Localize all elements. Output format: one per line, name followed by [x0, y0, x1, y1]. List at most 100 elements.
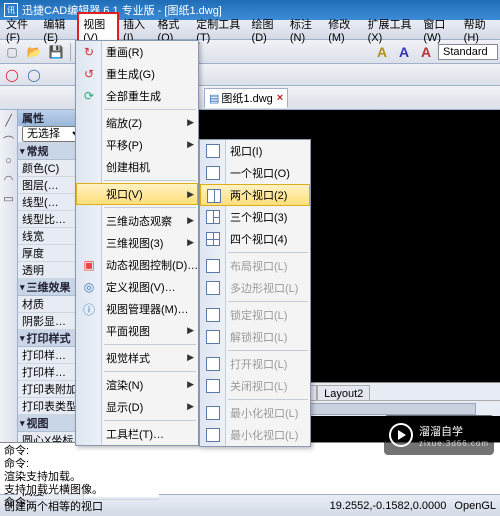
- view-menu-item[interactable]: 视口(V) ▶: [76, 183, 198, 205]
- view-menu-item[interactable]: 平移(P)▶: [76, 134, 198, 156]
- submenu-arrow-icon: ▶: [187, 401, 194, 412]
- viewport-menu-item[interactable]: 三个视口(3): [200, 206, 310, 228]
- viewport-icon: [204, 328, 222, 346]
- menu-modify[interactable]: 修改(M): [324, 14, 363, 46]
- view-menu-item[interactable]: 视觉样式 ▶: [76, 347, 198, 369]
- submenu-arrow-icon: ▶: [187, 352, 194, 363]
- menu-item-label: 布局视口(L): [230, 258, 287, 274]
- submenu-arrow-icon: ▶: [187, 189, 194, 200]
- submenu-arrow-icon: ▶: [187, 215, 194, 226]
- save-icon[interactable]: 💾: [46, 42, 66, 62]
- viewport-menu-item: 关闭视口(L): [200, 375, 310, 397]
- menu-item-label: 缩放(Z): [106, 115, 142, 131]
- menu-item-label: 重画(R): [106, 44, 143, 60]
- tool-rail: ╱ ⌒ ○ ◠ ▭: [0, 110, 18, 442]
- viewport-menu-item[interactable]: 一个视口(O): [200, 162, 310, 184]
- doc-tab-active[interactable]: ▤ 图纸1.dwg ×: [204, 88, 288, 108]
- menu-item-label: 一个视口(O): [230, 165, 290, 181]
- view-menu-item[interactable]: 创建相机: [76, 156, 198, 178]
- menu-item-label: 四个视口(4): [230, 231, 287, 247]
- menu-item-label: 全部重生成: [106, 88, 161, 104]
- menu-item-label: 三个视口(3): [230, 209, 287, 225]
- view-menu-item[interactable]: ↺重生成(G): [76, 63, 198, 85]
- viewport-menu-item: 最小化视口(L): [200, 402, 310, 424]
- cmd-line-3: 渲染支持加载。: [4, 471, 496, 484]
- help-icon3[interactable]: A: [416, 42, 436, 62]
- menu-item-label: 打开视口(L): [230, 356, 287, 372]
- submenu-arrow-icon: ▶: [187, 379, 194, 390]
- viewport-icon: [204, 230, 222, 248]
- cmd-line-5: 命令:: [4, 497, 496, 510]
- menu-bar: 文件(F) 编辑(E) 视图(V) 插入(I) 格式(O) 定制工具(T) 绘图…: [0, 20, 500, 40]
- doc-tab-label: 图纸1.dwg: [221, 90, 272, 106]
- viewport-submenu: 视口(I) 一个视口(O) 两个视口(2) 三个视口(3) 四个视口(4) 布局视口(L)…: [199, 139, 311, 447]
- view-menu-item[interactable]: ▣ 动态视图控制(D)…: [76, 254, 198, 276]
- circle-tool-icon[interactable]: ○: [5, 155, 12, 167]
- help-icon2[interactable]: A: [394, 42, 414, 62]
- viewport-menu-item: 打开视口(L): [200, 353, 310, 375]
- layout-tab-layout2[interactable]: Layout2: [317, 385, 370, 401]
- menu-draw[interactable]: 绘图(D): [248, 14, 286, 46]
- viewport-icon: [204, 142, 222, 160]
- menu-item-label: 三维动态观察: [106, 213, 172, 229]
- watermark-sub: zixue.3d66.com: [419, 439, 489, 448]
- help-icon[interactable]: A: [372, 42, 392, 62]
- view-menu-item[interactable]: ◎定义视图(V)…: [76, 276, 198, 298]
- menu-item-icon: ▣: [80, 256, 98, 274]
- rect-tool-icon[interactable]: ▭: [3, 192, 13, 205]
- open-icon[interactable]: 📂: [24, 42, 44, 62]
- close-tab-icon[interactable]: ×: [277, 92, 283, 104]
- menu-help[interactable]: 帮助(H): [460, 14, 498, 46]
- view-menu-item[interactable]: ↻ 重画(R): [76, 41, 198, 63]
- arc-tool-icon[interactable]: ◠: [4, 173, 14, 186]
- dwg-icon: ▤: [209, 92, 219, 105]
- menu-item-label: 关闭视口(L): [230, 378, 287, 394]
- menu-item-label: 创建相机: [106, 159, 150, 175]
- menu-item-label: 渲染(N): [106, 377, 143, 393]
- viewport-icon: [204, 426, 222, 444]
- new-icon[interactable]: ▢: [2, 42, 22, 62]
- menu-item-label: 视觉样式: [106, 350, 150, 366]
- viewport-menu-item: 锁定视口(L): [200, 304, 310, 326]
- layer-icon[interactable]: ◯: [2, 65, 22, 85]
- style-combo[interactable]: Standard: [438, 44, 498, 60]
- view-menu-item[interactable]: 三维动态观察 ▶: [76, 210, 198, 232]
- viewport-menu-item[interactable]: 视口(I): [200, 140, 310, 162]
- menu-item-label: 视图管理器(M)…: [106, 301, 189, 317]
- view-menu-item[interactable]: 平面视图▶: [76, 320, 198, 342]
- layer2-icon[interactable]: ◯: [24, 65, 44, 85]
- view-menu-item[interactable]: 三维视图(3) ▶: [76, 232, 198, 254]
- view-menu-item[interactable]: ⓘ 视图管理器(M)…: [76, 298, 198, 320]
- view-menu-item[interactable]: 渲染(N) ▶: [76, 374, 198, 396]
- menu-item-label: 两个视口(2): [230, 187, 287, 203]
- menu-item-label: 重生成(G): [106, 66, 155, 82]
- view-menu-item[interactable]: 工具栏(T)…: [76, 423, 198, 445]
- menu-item-label: 视口(V): [106, 186, 143, 202]
- cmd-line-4: 支持加载光横图像。: [4, 484, 496, 497]
- menu-tools[interactable]: 定制工具(T): [192, 14, 247, 46]
- menu-item-icon: ↻: [80, 43, 98, 61]
- menu-item-label: 解锁视口(L): [230, 329, 287, 345]
- menu-item-label: 动态视图控制(D)…: [106, 257, 198, 273]
- polyline-tool-icon[interactable]: ⌒: [3, 133, 14, 149]
- viewport-menu-item[interactable]: 两个视口(2): [200, 184, 310, 206]
- viewport-icon: [204, 257, 222, 275]
- menu-item-label: 锁定视口(L): [230, 307, 287, 323]
- menu-dim[interactable]: 标注(N): [286, 14, 324, 46]
- line-tool-icon[interactable]: ╱: [5, 114, 12, 127]
- menu-item-label: 定义视图(V)…: [106, 279, 176, 295]
- view-menu-item[interactable]: ⟳全部重生成: [76, 85, 198, 107]
- menu-item-label: 三维视图(3): [106, 235, 163, 251]
- viewport-menu-item[interactable]: 四个视口(4): [200, 228, 310, 250]
- menu-item-label: 平面视图: [106, 323, 150, 339]
- watermark-brand: 溜溜自学: [419, 426, 463, 438]
- viewport-icon: [204, 377, 222, 395]
- menu-item-label: 工具栏(T)…: [106, 426, 164, 442]
- menu-item-label: 最小化视口(L): [230, 427, 298, 443]
- submenu-arrow-icon: ▶: [187, 237, 194, 248]
- view-menu-item[interactable]: 缩放(Z)▶: [76, 112, 198, 134]
- viewport-icon: [204, 404, 222, 422]
- view-menu-item[interactable]: 显示(D)▶: [76, 396, 198, 418]
- viewport-menu-item: 最小化视口(L): [200, 424, 310, 446]
- menu-item-icon: ⓘ: [80, 300, 98, 318]
